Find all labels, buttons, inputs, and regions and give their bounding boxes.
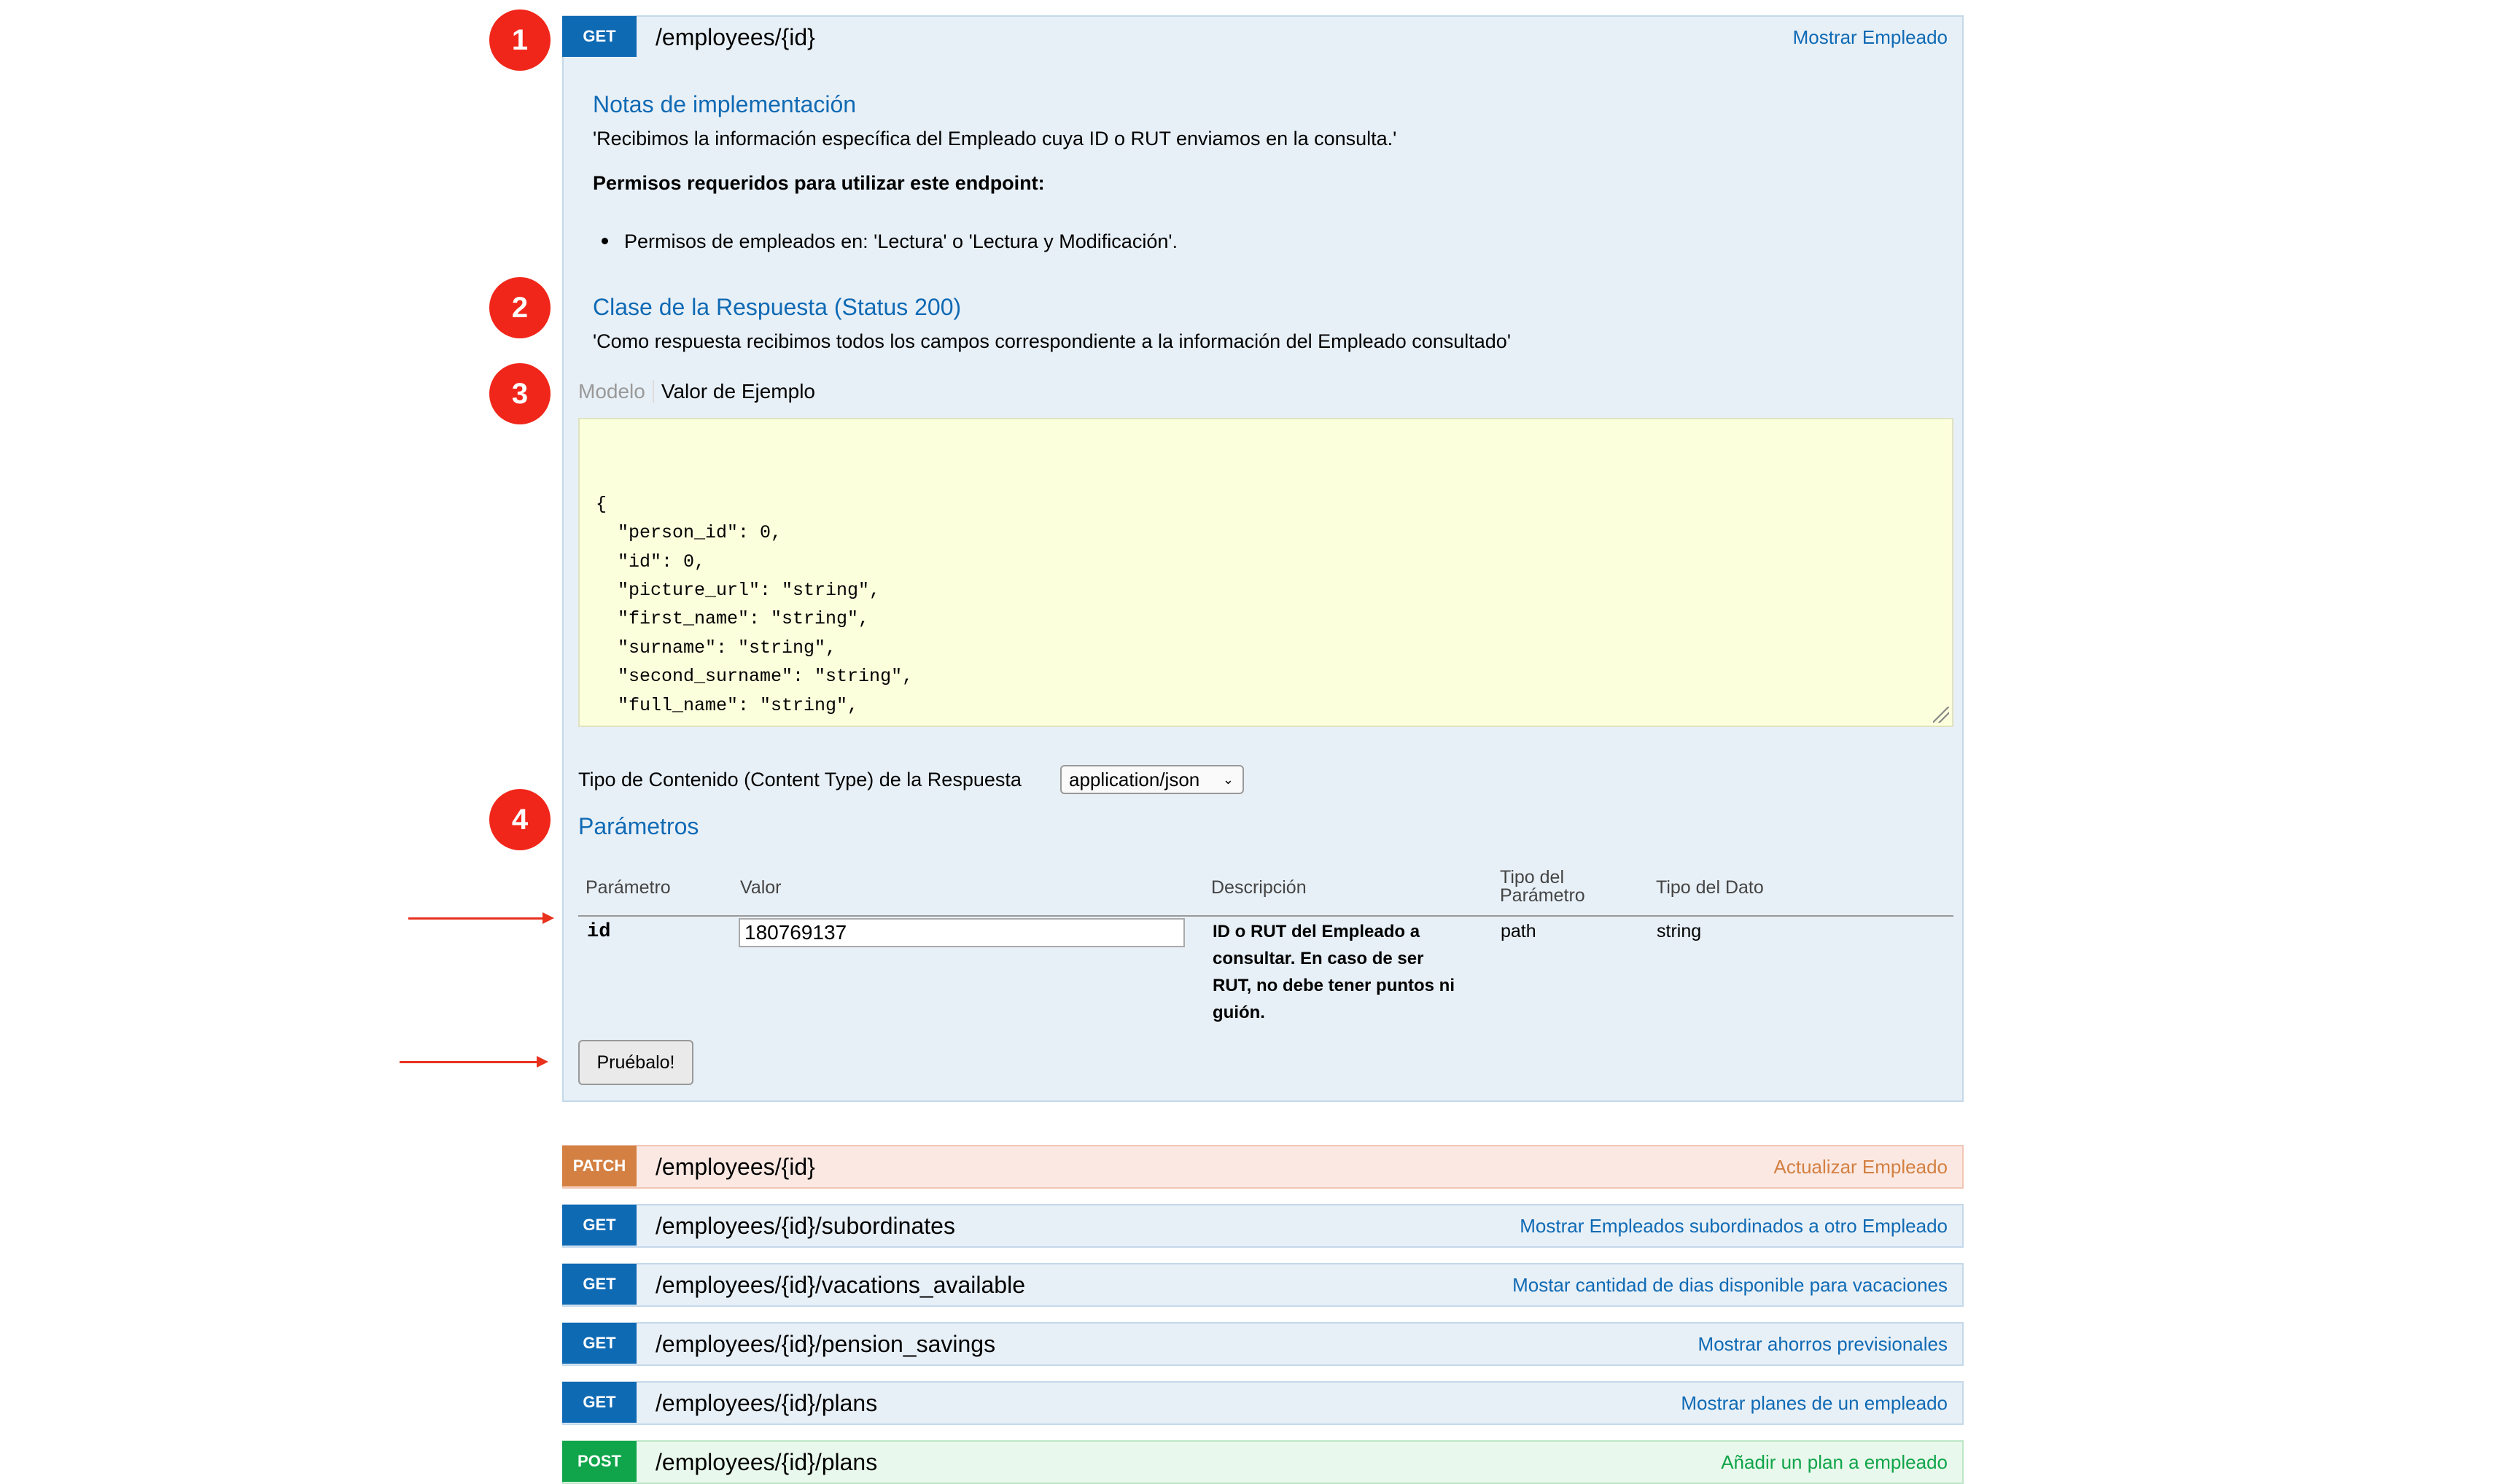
param-name: id [587,921,611,943]
method-badge: POST [562,1441,637,1482]
annotation-badge-1: 1 [489,9,551,71]
operation-header[interactable]: GET /employees/{id}/pension_savings Most… [562,1323,1962,1364]
operation-post-plans[interactable]: POST /employees/{id}/plans Añadir un pla… [562,1440,1964,1484]
param-description-line: guión. [1213,1003,1265,1022]
param-id-input[interactable]: 180769137 [739,918,1185,947]
param-id-value: 180769137 [744,921,847,944]
operation-header[interactable]: GET /employees/{id}/plans Mostrar planes… [562,1382,1962,1423]
endpoint-path[interactable]: /employees/{id} [656,24,815,51]
permissions-item-text: Permisos de empleados en: 'Lectura' o 'L… [624,230,1178,252]
operation-header[interactable]: POST /employees/{id}/plans Añadir un pla… [562,1441,1962,1483]
response-class-title: Clase de la Respuesta (Status 200) [593,294,962,320]
method-badge: GET [562,1264,637,1305]
th-value: Valor [740,877,782,898]
endpoint-summary[interactable]: Añadir un plan a empleado [1721,1451,1948,1474]
chevron-down-icon: ⌄ [1222,772,1234,787]
param-data-type: string [1657,921,1702,941]
param-description-line: consultar. En caso de ser [1213,949,1424,968]
method-badge: GET [562,1382,637,1423]
annotation-badge-3: 3 [489,363,551,424]
example-json-textarea[interactable]: { "person_id": 0, "id": 0, "picture_url"… [578,418,1953,727]
param-description-line: ID o RUT del Empleado a [1213,922,1420,941]
response-class-text: 'Como respuesta recibimos todos los camp… [593,330,1511,352]
method-badge: GET [562,1323,637,1364]
endpoint-path[interactable]: /employees/{id} [656,1154,815,1181]
param-description-line: RUT, no debe tener puntos ni [1213,976,1455,995]
operation-get-vacations[interactable]: GET /employees/{id}/vacations_available … [562,1263,1964,1307]
th-param: Parámetro [586,877,671,898]
annotation-badge-2: 2 [489,277,551,338]
operation-get-pension[interactable]: GET /employees/{id}/pension_savings Most… [562,1322,1964,1366]
operation-get-plans[interactable]: GET /employees/{id}/plans Mostrar planes… [562,1381,1964,1425]
tab-model[interactable]: Modelo [578,380,654,403]
permissions-item: Permisos de empleados en: 'Lectura' o 'L… [593,230,1178,253]
method-badge: PATCH [562,1146,637,1186]
param-description: ID o RUT del Empleado a consultar. En ca… [1213,918,1455,1026]
operation-get-employee: GET /employees/{id} Mostrar Empleado Not… [562,15,1964,1102]
endpoint-summary[interactable]: Actualizar Empleado [1774,1156,1948,1178]
operation-header[interactable]: PATCH /employees/{id} Actualizar Emplead… [562,1146,1962,1187]
example-json-content: { "person_id": 0, "id": 0, "picture_url"… [596,493,914,726]
resize-handle-icon[interactable] [1933,707,1949,723]
th-data-type: Tipo del Dato [1656,877,1764,898]
permissions-title: Permisos requeridos para utilizar este e… [593,172,1045,194]
response-tabs: Modelo Valor de Ejemplo [578,380,815,403]
try-it-button[interactable]: Pruébalo! [578,1040,693,1085]
endpoint-summary[interactable]: Mostar cantidad de dias disponible para … [1512,1274,1948,1297]
endpoint-path[interactable]: /employees/{id}/plans [656,1390,877,1417]
th-param-type-line2: Parámetro [1500,885,1585,906]
content-type-value: application/json [1069,768,1200,790]
endpoint-summary[interactable]: Mostrar Empleados subordinados a otro Em… [1520,1215,1948,1238]
operation-header[interactable]: GET /employees/{id}/vacations_available … [562,1264,1962,1305]
method-badge: GET [562,16,637,57]
endpoint-summary[interactable]: Mostrar ahorros previsionales [1698,1333,1948,1356]
endpoint-summary[interactable]: Mostrar Empleado [1793,26,1948,49]
impl-notes-text: 'Recibimos la información específica del… [593,128,1397,149]
content-type-select[interactable]: application/json ⌄ [1060,765,1244,794]
endpoint-summary[interactable]: Mostrar planes de un empleado [1681,1392,1948,1415]
operation-header[interactable]: GET /employees/{id}/subordinates Mostrar… [562,1205,1962,1246]
params-title: Parámetros [578,813,699,839]
operation-patch-employee[interactable]: PATCH /employees/{id} Actualizar Emplead… [562,1145,1964,1189]
operation-get-subordinates[interactable]: GET /employees/{id}/subordinates Mostrar… [562,1204,1964,1248]
endpoint-path[interactable]: /employees/{id}/plans [656,1449,877,1476]
annotation-arrow-param [408,912,554,924]
tab-example-value[interactable]: Valor de Ejemplo [654,380,815,403]
param-type: path [1501,921,1536,941]
operation-header[interactable]: GET /employees/{id} Mostrar Empleado [562,16,1962,58]
annotation-badge-4: 4 [489,789,551,850]
impl-notes-title: Notas de implementación [593,91,857,117]
annotation-arrow-button [400,1056,548,1068]
th-param-type: Tipo del Parámetro [1500,869,1585,905]
content-type-label: Tipo de Contenido (Content Type) de la R… [578,769,1022,790]
bullet-icon [602,238,608,245]
th-description: Descripción [1211,877,1307,898]
endpoint-path[interactable]: /employees/{id}/pension_savings [656,1331,995,1358]
endpoint-path[interactable]: /employees/{id}/vacations_available [656,1272,1025,1299]
th-param-type-line1: Tipo del [1500,867,1565,887]
endpoint-path[interactable]: /employees/{id}/subordinates [656,1213,955,1240]
method-badge: GET [562,1205,637,1246]
params-table-header: Parámetro Valor Descripción Tipo del Par… [578,855,1953,917]
